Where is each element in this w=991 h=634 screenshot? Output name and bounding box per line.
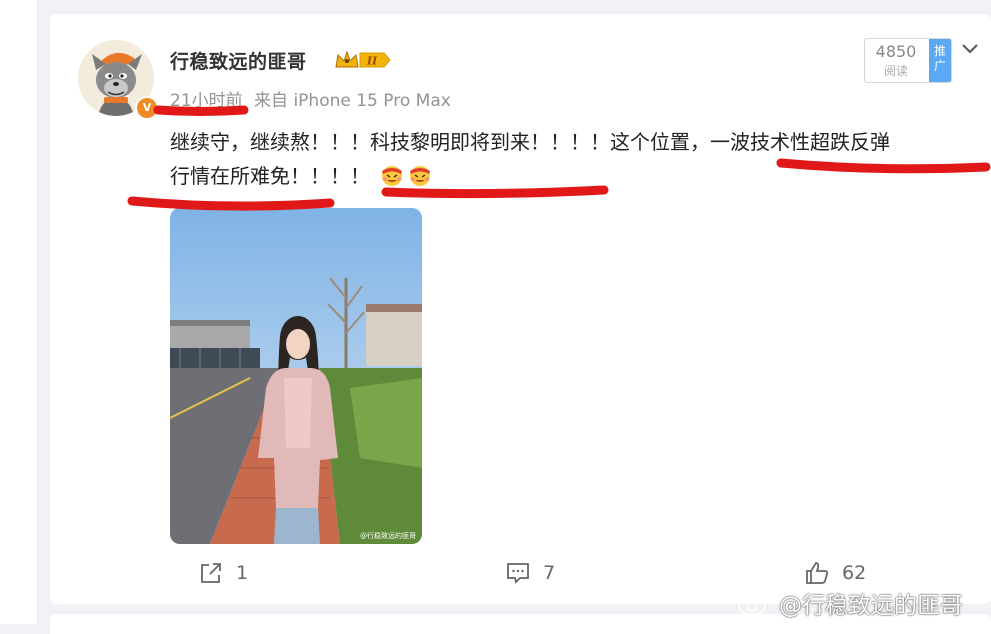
post-text-line2: 行情在所难免！！！！ — [170, 164, 370, 188]
chevron-down-icon[interactable] — [960, 42, 980, 56]
share-button[interactable]: 1 — [198, 558, 248, 588]
level-badge[interactable]: II — [334, 49, 392, 71]
post-photo[interactable]: @行稳致远的匪哥 — [170, 208, 422, 544]
comment-count: 7 — [543, 562, 556, 584]
post-text-part2: 一波技术性超跌反弹 — [710, 130, 890, 154]
comment-icon — [507, 563, 529, 584]
read-count: 4850 — [875, 42, 917, 61]
photo-watermark: @行稳致远的匪哥 — [360, 531, 416, 540]
read-count-box: 4850 阅读 推 广 — [864, 38, 952, 83]
post-meta: 21小时前 来自 iPhone 15 Pro Max — [170, 86, 457, 111]
level-text: II — [366, 55, 378, 68]
verified-badge: V — [135, 96, 159, 120]
post-text-part1: 继续守，继续熬！！！科技黎明即将到来！！！！这个位置， — [170, 130, 710, 154]
like-count: 62 — [842, 562, 867, 584]
like-button[interactable]: 62 — [804, 558, 866, 588]
left-gutter — [0, 0, 37, 624]
share-count: 1 — [236, 562, 249, 584]
weibo-icon — [738, 592, 771, 616]
post-source: 来自 iPhone 15 Pro Max — [254, 91, 451, 111]
read-label: 阅读 — [883, 64, 908, 78]
like-icon — [806, 562, 829, 584]
photo-illustration: @行稳致远的匪哥 — [170, 208, 422, 544]
watermark-text: @行稳致远的匪哥 — [779, 593, 963, 619]
post-time[interactable]: 21小时前 — [170, 91, 243, 111]
crown-icon — [335, 50, 359, 68]
promote-label-2: 广 — [933, 59, 946, 73]
post-text: 继续守，继续熬！！！科技黎明即将到来！！！！这个位置，一波技术性超跌反弹 行情在… — [170, 125, 985, 193]
author-name[interactable]: 行稳致远的匪哥 — [170, 47, 307, 74]
weibo-watermark: @行稳致远的匪哥 — [737, 586, 963, 620]
cheer-emoji-icon — [410, 166, 431, 186]
share-icon — [201, 563, 221, 583]
promote-button[interactable]: 推 广 — [929, 39, 951, 82]
comment-button[interactable]: 7 — [505, 558, 555, 588]
gutter-border — [37, 0, 38, 624]
cheer-emoji-icon — [382, 166, 403, 186]
promote-label-1: 推 — [933, 44, 946, 58]
